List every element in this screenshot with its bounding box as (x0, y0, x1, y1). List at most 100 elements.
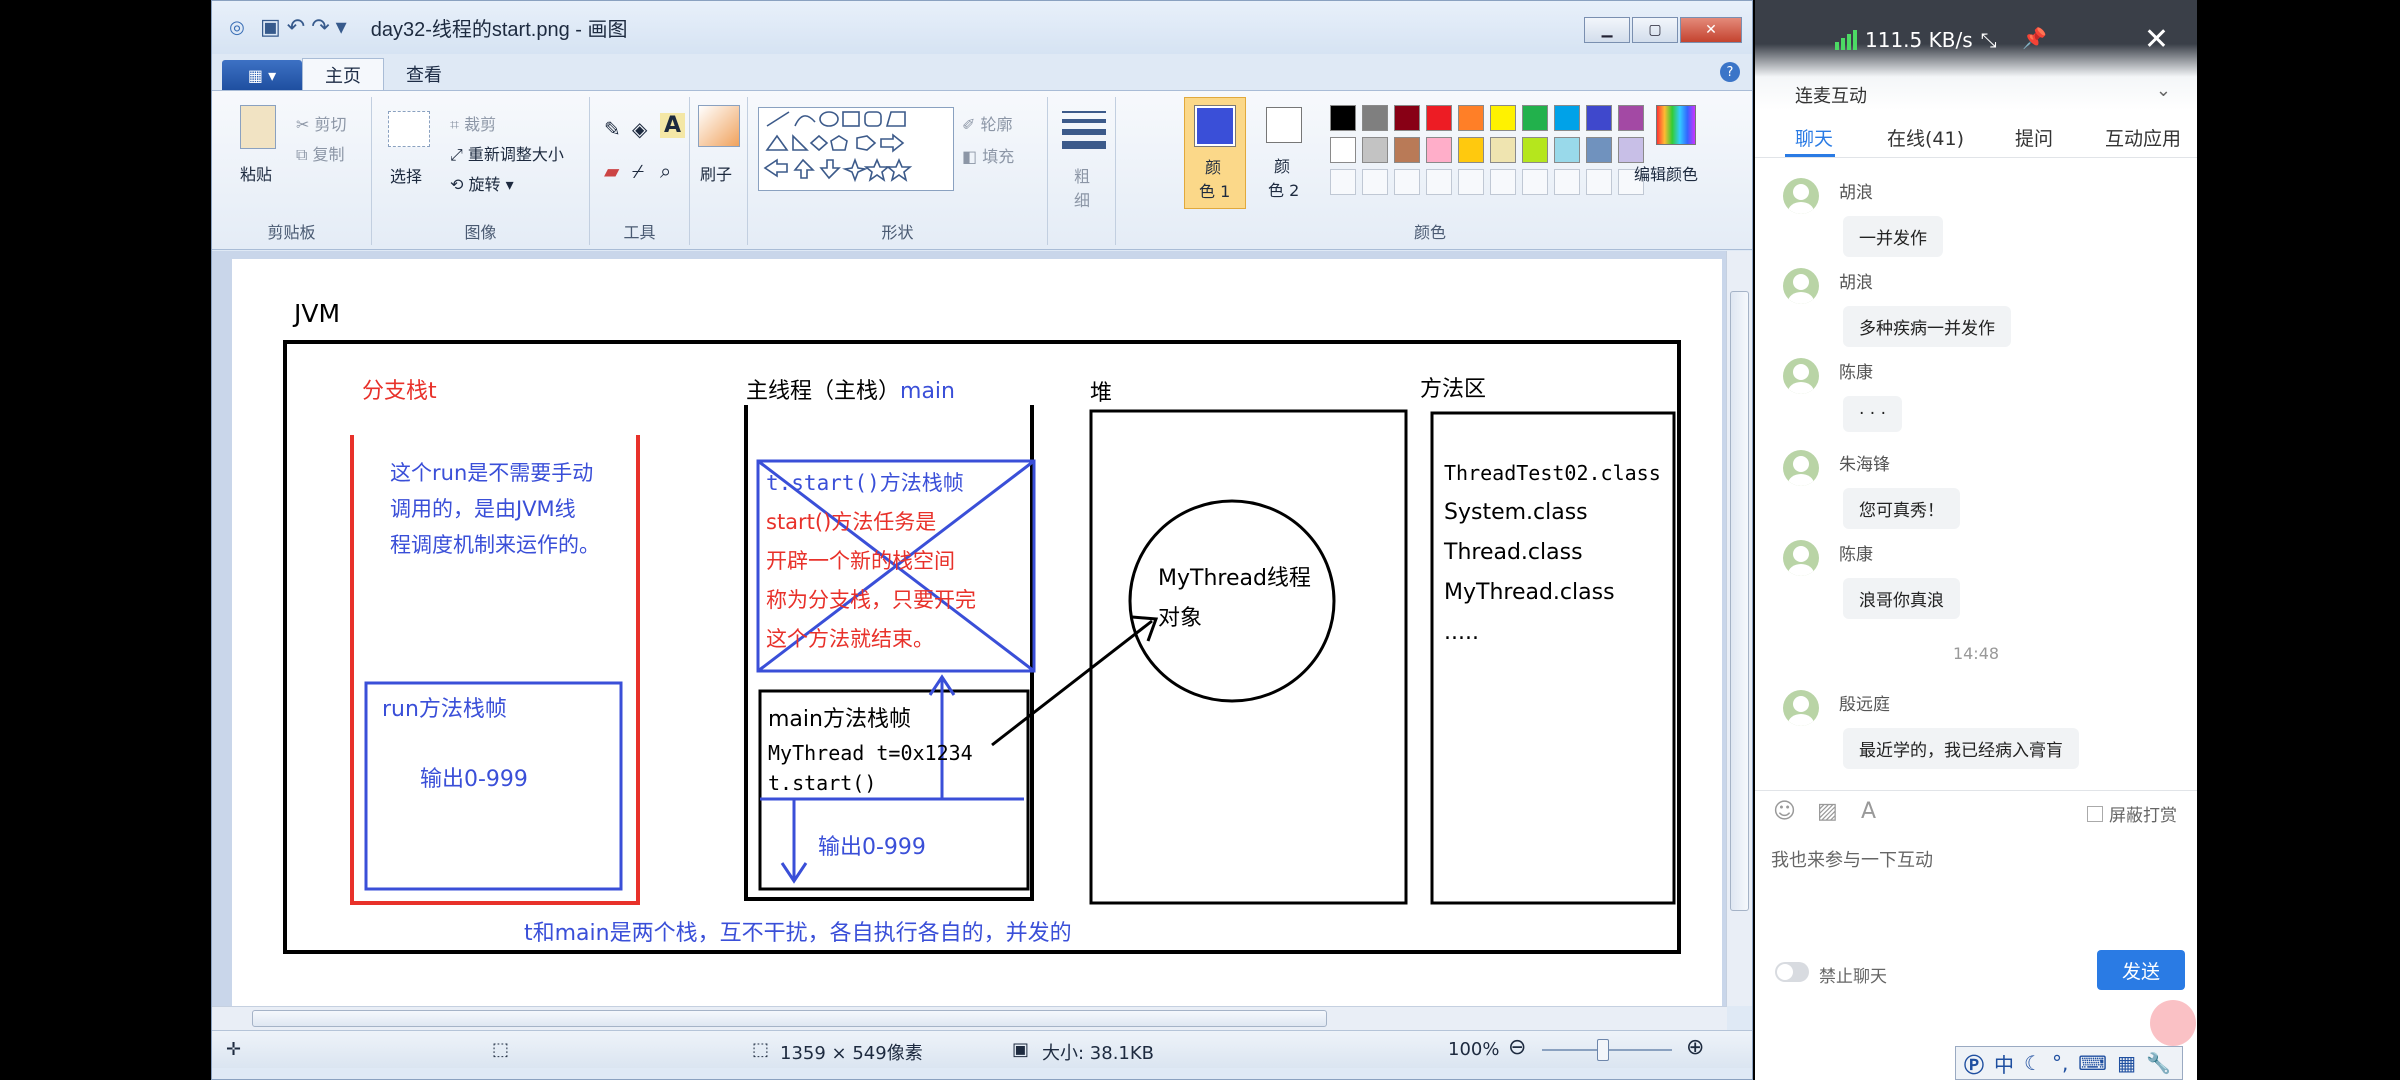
keyboard-icon[interactable]: ⌨ (2078, 1051, 2107, 1075)
paste-button[interactable]: 粘贴 (240, 161, 272, 185)
size-lines-icon[interactable] (1062, 111, 1106, 149)
vertical-scrollbar[interactable] (1726, 251, 1752, 1006)
save-icon[interactable]: ▣ (260, 15, 281, 40)
palette-swatch[interactable] (1522, 105, 1548, 131)
paste-icon[interactable] (240, 105, 276, 149)
customize-qa-icon[interactable]: ▾ (336, 15, 347, 40)
grid-icon[interactable]: ▦ (2117, 1051, 2136, 1075)
zoom-in-icon[interactable]: ⊕ (1686, 1035, 1704, 1060)
copy-button[interactable]: ⧉ 复制 (296, 141, 345, 165)
ban-chat-toggle[interactable] (1775, 962, 1809, 982)
edit-colors-button[interactable]: 编辑颜色 (1632, 97, 1722, 209)
vertical-scroll-thumb[interactable] (1730, 291, 1749, 911)
custom-palette-swatch[interactable] (1330, 169, 1356, 195)
chat-input[interactable]: 我也来参与一下互动 (1771, 846, 1933, 872)
palette-swatch[interactable] (1586, 105, 1612, 131)
tab-home[interactable]: 主页 (302, 58, 384, 90)
moon-icon[interactable]: ☾ (2024, 1051, 2042, 1075)
palette-swatch[interactable] (1362, 105, 1388, 131)
select-icon[interactable] (388, 111, 430, 147)
maximize-button[interactable]: ▢ (1632, 17, 1678, 43)
custom-palette-swatch[interactable] (1522, 169, 1548, 195)
text-tool-icon[interactable]: A (660, 113, 686, 138)
magnifier-icon[interactable]: ⌕ (660, 159, 671, 183)
minimize-panel-icon[interactable]: ⤡ (1981, 28, 1997, 52)
select-button[interactable]: 选择 (390, 163, 422, 187)
horizontal-scrollbar[interactable] (212, 1006, 1727, 1030)
close-button[interactable]: ✕ (1680, 17, 1742, 43)
custom-palette-swatch[interactable] (1458, 169, 1484, 195)
size-label-line2[interactable]: 细 (1074, 187, 1090, 211)
punctuation-icon[interactable]: °, (2052, 1051, 2068, 1075)
tab-online[interactable]: 在线(41) (1887, 124, 1964, 151)
color-picker-icon[interactable]: ⌿ (632, 159, 644, 183)
send-button[interactable]: 发送 (2097, 950, 2185, 990)
palette-swatch[interactable] (1394, 137, 1420, 163)
palette-swatch[interactable] (1362, 137, 1388, 163)
eraser-icon[interactable]: ▰ (604, 159, 619, 183)
emoji-icon[interactable]: ☺ (1773, 799, 1796, 824)
file-menu-button[interactable]: ▦ ▾ (222, 60, 302, 90)
custom-palette-swatch[interactable] (1586, 169, 1612, 195)
paint-app-icon[interactable]: ◎ (224, 15, 250, 41)
minimize-button[interactable]: ▁ (1584, 17, 1630, 43)
image-icon[interactable]: ▨ (1817, 799, 1838, 824)
custom-palette-swatch[interactable] (1426, 169, 1452, 195)
shapes-gallery[interactable] (758, 107, 954, 191)
palette-swatch[interactable] (1330, 137, 1356, 163)
brushes-button[interactable]: 刷子 (700, 161, 732, 185)
crop-button[interactable]: ⌗ 裁剪 (450, 111, 496, 135)
undo-icon[interactable]: ↶ (287, 15, 305, 40)
drawing-canvas[interactable]: JVM 分支栈t 这个run是不需要手动 调用的，是由JVM线 程调度机制来运作… (232, 259, 1722, 1006)
zoom-out-icon[interactable]: ⊖ (1508, 1035, 1526, 1060)
redo-icon[interactable]: ↷ (311, 15, 329, 40)
palette-swatch[interactable] (1490, 137, 1516, 163)
close-icon[interactable]: ✕ (2144, 22, 2169, 57)
brush-icon[interactable] (698, 105, 740, 147)
color2-button[interactable]: 颜 色 2 (1254, 97, 1316, 209)
footer-note: t和main是两个栈，互不干扰，各自执行各自的，并发的 (524, 921, 1072, 946)
help-icon[interactable]: ? (1720, 62, 1740, 82)
size-label-line1[interactable]: 粗 (1074, 163, 1090, 187)
wrench-icon[interactable]: 🔧 (2146, 1051, 2171, 1075)
cursor-position-icon: ✛ (226, 1039, 242, 1060)
resize-button[interactable]: ⤢ 重新调整大小 (450, 141, 564, 165)
tab-chat[interactable]: 聊天 (1795, 124, 1833, 151)
custom-palette-swatch[interactable] (1362, 169, 1388, 195)
tab-questions[interactable]: 提问 (2015, 124, 2053, 151)
palette-swatch[interactable] (1426, 105, 1452, 131)
palette-swatch[interactable] (1426, 137, 1452, 163)
chevron-down-icon[interactable]: ⌄ (2156, 80, 2171, 101)
palette-swatch[interactable] (1586, 137, 1612, 163)
pin-icon[interactable]: 📌 (2022, 26, 2047, 50)
cut-button[interactable]: ✂ 剪切 (296, 111, 347, 135)
tab-view[interactable]: 查看 (384, 58, 464, 90)
message-user: 殷远庭 (1839, 695, 1890, 715)
color1-button[interactable]: 颜 色 1 (1184, 97, 1246, 209)
palette-swatch[interactable] (1554, 137, 1580, 163)
shield-reward-checkbox[interactable] (2087, 805, 2103, 822)
horizontal-scroll-thumb[interactable] (252, 1010, 1327, 1027)
palette-swatch[interactable] (1458, 105, 1484, 131)
palette-swatch[interactable] (1330, 105, 1356, 131)
font-size-icon[interactable]: A (1861, 799, 1876, 824)
custom-palette-swatch[interactable] (1490, 169, 1516, 195)
palette-swatch[interactable] (1394, 105, 1420, 131)
zoom-slider-thumb[interactable] (1597, 1039, 1609, 1061)
fill-button[interactable]: ◧ 填充 (962, 143, 1014, 167)
custom-palette-swatch[interactable] (1394, 169, 1420, 195)
palette-swatch[interactable] (1490, 105, 1516, 131)
rotate-button[interactable]: ⟲ 旋转 ▾ (450, 171, 514, 195)
lianmai-label[interactable]: 连麦互动 (1795, 82, 1867, 108)
custom-palette-swatch[interactable] (1554, 169, 1580, 195)
pencil-icon[interactable]: ✎ (604, 117, 621, 141)
outline-button[interactable]: ✐ 轮廓 (962, 111, 1013, 135)
palette-swatch[interactable] (1554, 105, 1580, 131)
fill-bucket-icon[interactable]: ◈ (632, 117, 647, 141)
ime-logo-icon[interactable]: Ⓟ (1964, 1049, 1984, 1078)
ime-mode-label[interactable]: 中 (1994, 1049, 2014, 1078)
shield-reward-toggle[interactable]: 屏蔽打赏 (2087, 801, 2177, 826)
tab-interactive-apps[interactable]: 互动应用 (2105, 124, 2181, 151)
palette-swatch[interactable] (1522, 137, 1548, 163)
palette-swatch[interactable] (1458, 137, 1484, 163)
